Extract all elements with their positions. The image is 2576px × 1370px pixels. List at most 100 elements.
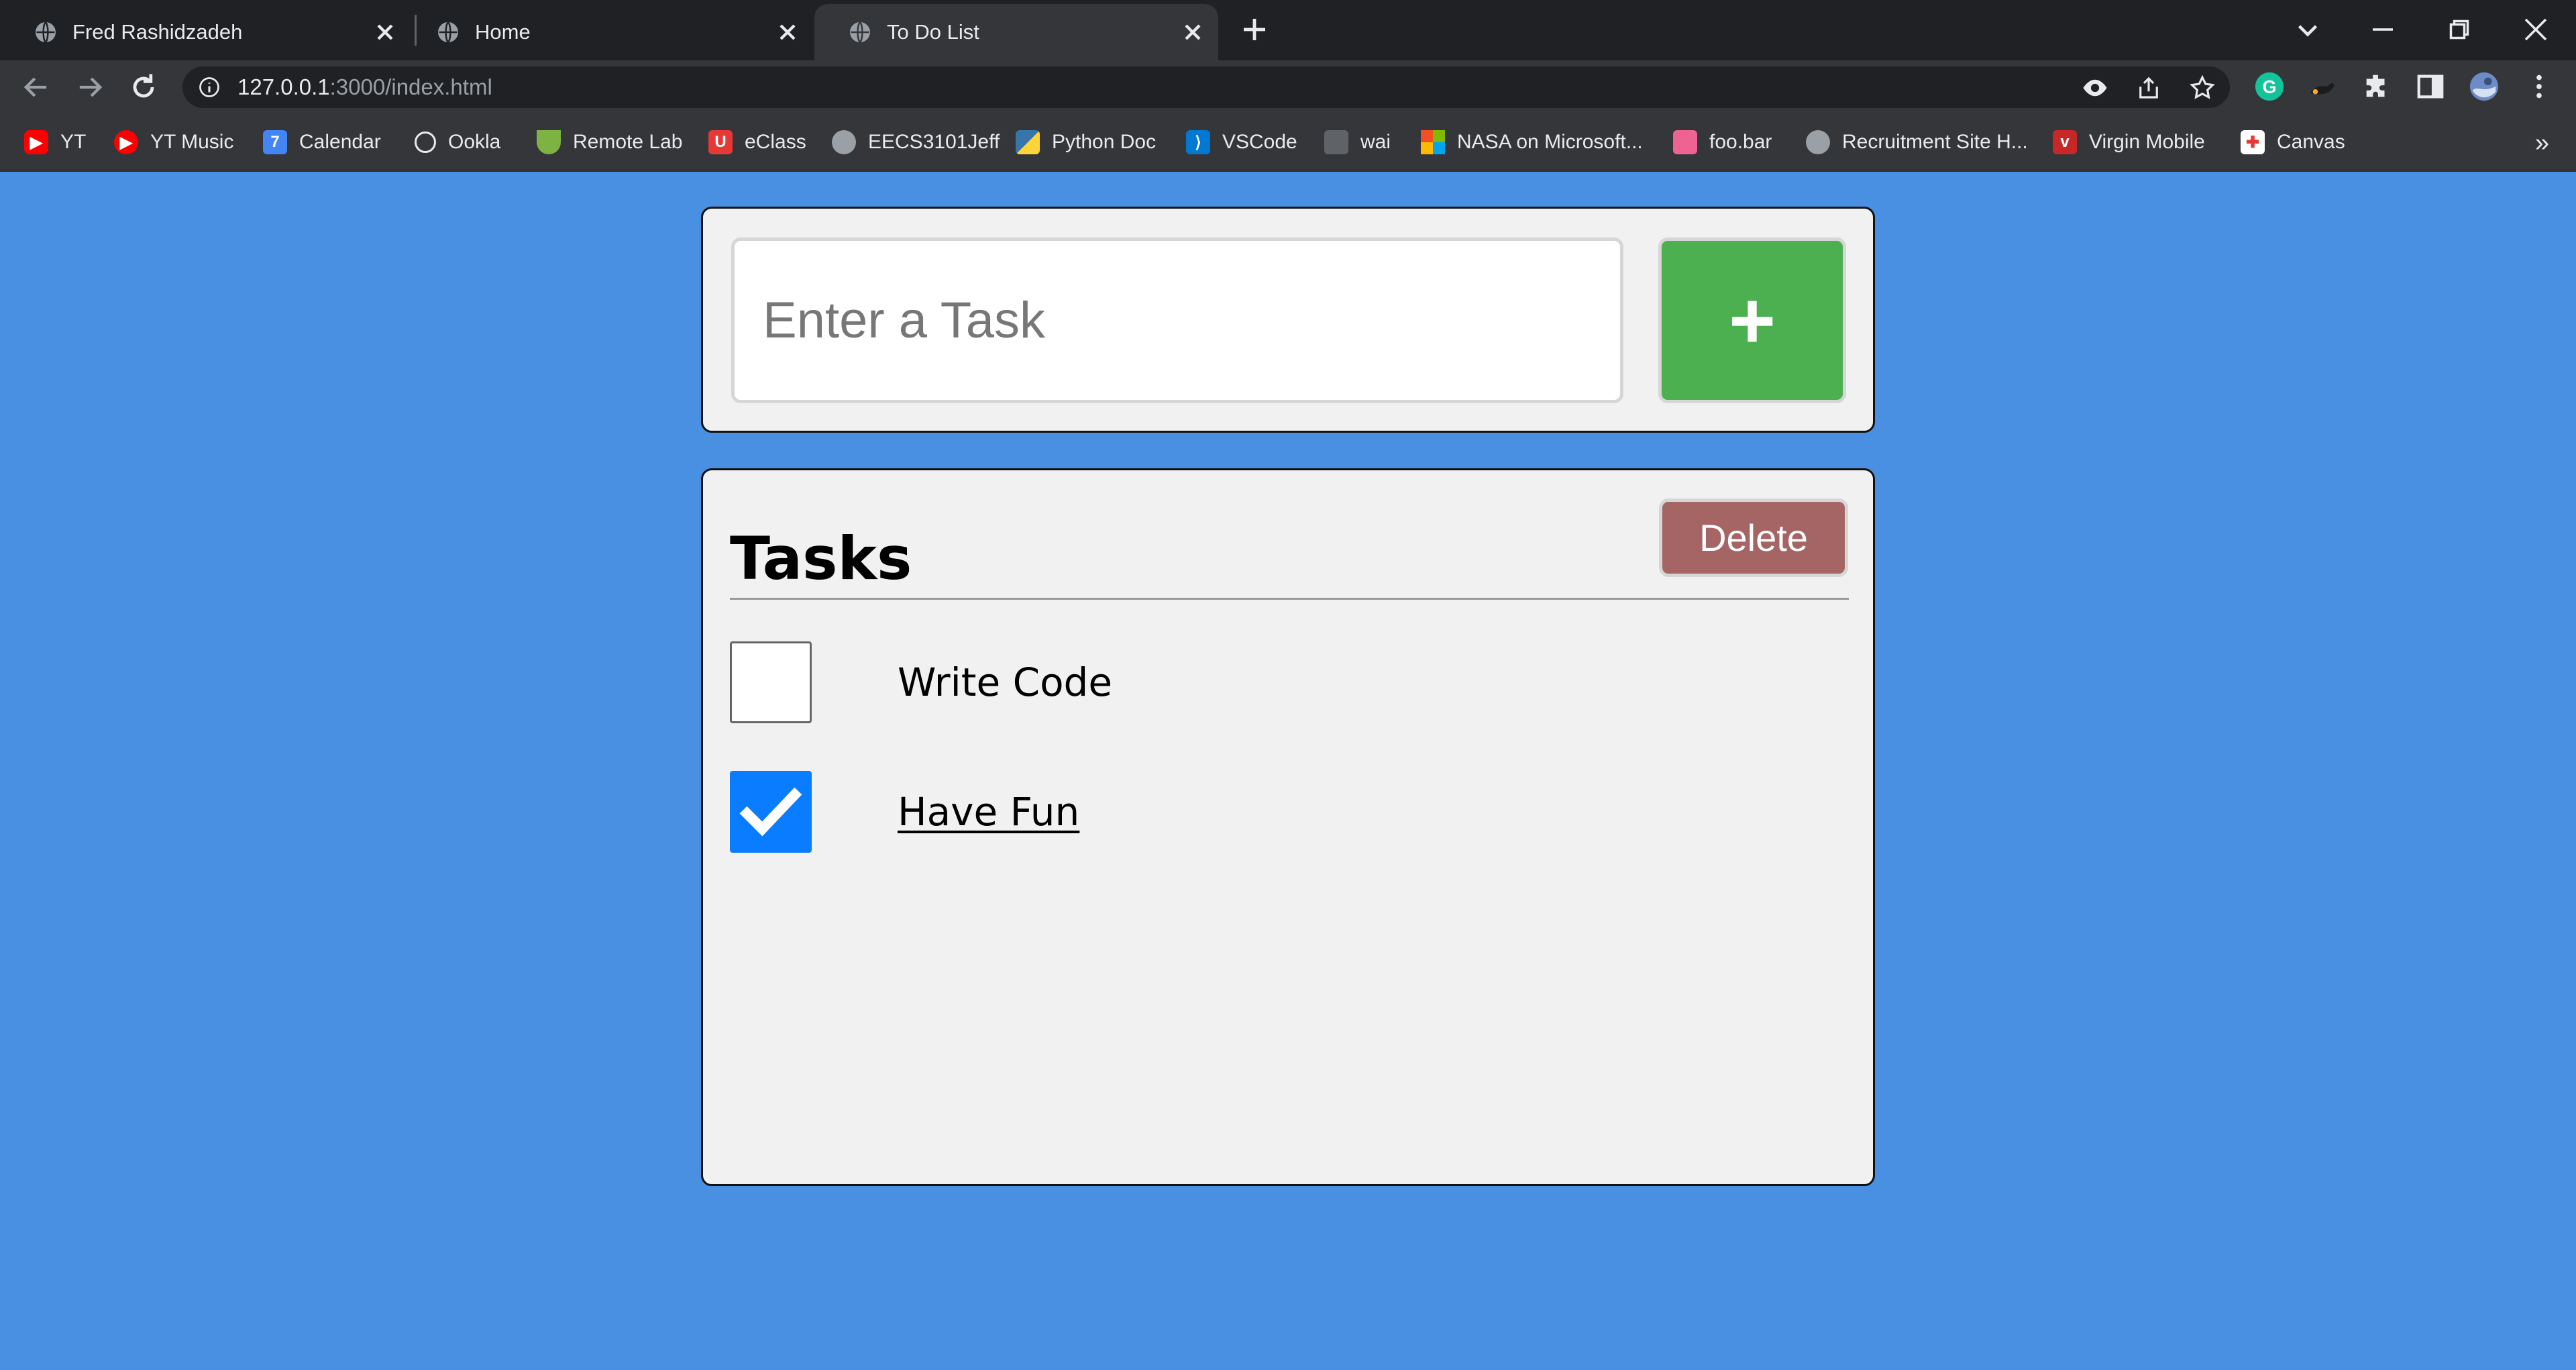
add-task-button[interactable]: +: [1658, 238, 1846, 403]
reload-icon[interactable]: [126, 70, 161, 105]
task-list-card: Tasks Delete Write Code Have Fun: [701, 468, 1875, 1186]
bookmark-yt[interactable]: ▶ YT: [24, 114, 86, 170]
eye-icon[interactable]: [2081, 74, 2109, 102]
globe-icon: [438, 21, 458, 43]
browser-toolbar: 127.0.0.1:3000/index.html G: [0, 60, 2576, 114]
globe-icon: [850, 21, 870, 43]
bookmark-label: wai: [1360, 131, 1391, 153]
globe-icon: [1806, 130, 1830, 154]
bookmark-virgin-mobile[interactable]: v Virgin Mobile: [2053, 114, 2205, 170]
minimize-icon[interactable]: [2363, 9, 2403, 50]
vscode-icon: ⟩: [1186, 130, 1210, 154]
task-row: Write Code: [730, 641, 1849, 723]
close-tab-icon[interactable]: [372, 19, 398, 46]
site-info-icon[interactable]: [197, 75, 221, 99]
bookmark-label: EECS3101Jeff: [868, 131, 1000, 153]
browser-tab-strip: Fred Rashidzadeh Home To Do List: [0, 0, 2576, 60]
bookmark-eecs3101jeff[interactable]: EECS3101Jeff: [832, 114, 1000, 170]
task-input[interactable]: [731, 238, 1623, 403]
back-arrow-icon[interactable]: [19, 70, 54, 105]
forward-arrow-icon[interactable]: [72, 70, 107, 105]
bookmark-remote-lab[interactable]: Remote Lab: [537, 114, 682, 170]
bookmark-foo-bar[interactable]: foo.bar: [1673, 114, 1772, 170]
task-entry-card: +: [701, 207, 1875, 433]
tab-home[interactable]: Home: [402, 4, 813, 60]
bookmark-canvas[interactable]: ✚ Canvas: [2241, 114, 2345, 170]
menu-kebab-icon[interactable]: [2524, 71, 2555, 102]
wai-icon: [1324, 130, 1348, 154]
calendar-icon: 7: [263, 130, 287, 154]
virgin-icon: v: [2053, 130, 2077, 154]
tab-search-chevron-icon[interactable]: [2288, 9, 2328, 50]
tasks-divider: [730, 598, 1849, 600]
bookmark-wai[interactable]: wai: [1324, 114, 1391, 170]
youtube-music-icon: ▶: [114, 130, 138, 154]
bookmark-yt-music[interactable]: ▶ YT Music: [114, 114, 233, 170]
profile-avatar-icon[interactable]: [2469, 71, 2500, 102]
bookmark-label: eClass: [745, 131, 806, 153]
new-tab-icon[interactable]: [1238, 13, 1271, 46]
add-button-label: +: [1728, 275, 1776, 366]
youtube-icon: ▶: [24, 130, 48, 154]
tab-title: To Do List: [887, 20, 979, 44]
bookmark-label: foo.bar: [1709, 131, 1772, 153]
tab-title: Fred Rashidzadeh: [72, 20, 243, 44]
bookmark-label: Canvas: [2277, 131, 2345, 153]
bookmark-python-doc[interactable]: Python Doc: [1016, 114, 1156, 170]
bookmark-label: Calendar: [299, 131, 381, 153]
microsoft-icon: [1421, 130, 1445, 154]
canvas-icon: ✚: [2241, 130, 2265, 154]
bookmark-label: NASA on Microsoft...: [1457, 131, 1643, 153]
task-row: Have Fun: [730, 771, 1849, 853]
task-label: Write Code: [898, 660, 1113, 705]
tab-fred-rashidzadeh[interactable]: Fred Rashidzadeh: [0, 4, 411, 60]
bookmark-nasa-on-microsoft[interactable]: NASA on Microsoft...: [1421, 114, 1643, 170]
url-text[interactable]: 127.0.0.1:3000/index.html: [237, 66, 492, 108]
bookmark-eclass[interactable]: U eClass: [708, 114, 806, 170]
u-logo-icon: U: [708, 130, 733, 154]
bookmark-label: Virgin Mobile: [2089, 131, 2205, 153]
bookmark-vscode[interactable]: ⟩ VSCode: [1186, 114, 1297, 170]
bookmark-label: Ookla: [448, 131, 501, 153]
bookmark-label: YT Music: [150, 131, 234, 153]
bookmark-calendar[interactable]: 7 Calendar: [263, 114, 381, 170]
checkmark-icon: [739, 787, 802, 837]
url-host: 127.0.0.1: [237, 74, 330, 99]
share-icon[interactable]: [2135, 74, 2163, 102]
tab-title: Home: [475, 20, 531, 44]
bookmark-ookla[interactable]: Ookla: [415, 114, 500, 170]
more-bookmarks-chevron[interactable]: »: [2535, 129, 2549, 158]
bookmark-label: VSCode: [1222, 131, 1297, 153]
tasks-heading: Tasks: [730, 524, 912, 593]
bookmark-label: Remote Lab: [573, 131, 683, 153]
python-icon: [1016, 130, 1040, 154]
close-window-icon[interactable]: [2516, 9, 2556, 50]
url-path: :3000/index.html: [329, 74, 492, 99]
extension-animal-icon[interactable]: [2308, 71, 2339, 102]
delete-button[interactable]: Delete: [1659, 498, 1848, 577]
task-label: Have Fun: [898, 789, 1080, 835]
task-checkbox-checked[interactable]: [730, 771, 812, 853]
bookmark-label: YT: [60, 131, 87, 153]
speedometer-icon: [415, 131, 436, 153]
svg-text:G: G: [2263, 77, 2277, 97]
grammarly-icon[interactable]: G: [2254, 71, 2285, 102]
address-bar[interactable]: 127.0.0.1:3000/index.html: [182, 66, 2230, 108]
foobar-icon: [1673, 130, 1697, 154]
close-tab-icon[interactable]: [774, 19, 801, 46]
delete-button-label: Delete: [1699, 517, 1808, 559]
task-checkbox-unchecked[interactable]: [730, 641, 812, 723]
globe-icon: [832, 130, 856, 154]
bookmark-recruitment-site[interactable]: Recruitment Site H...: [1806, 114, 2028, 170]
bookmark-label: Recruitment Site H...: [1842, 131, 2028, 153]
bookmark-star-icon[interactable]: [2188, 74, 2216, 102]
bowl-icon: [537, 130, 561, 154]
close-tab-icon[interactable]: [1179, 19, 1206, 46]
bookmarks-bar: ▶ YT ▶ YT Music 7 Calendar Ookla Remote …: [0, 114, 2576, 172]
globe-icon: [36, 21, 56, 43]
bookmark-label: Python Doc: [1052, 131, 1157, 153]
extensions-puzzle-icon[interactable]: [2361, 71, 2392, 102]
side-panel-icon[interactable]: [2415, 71, 2446, 102]
tab-to-do-list[interactable]: To Do List: [814, 4, 1218, 60]
restore-icon[interactable]: [2439, 9, 2479, 50]
